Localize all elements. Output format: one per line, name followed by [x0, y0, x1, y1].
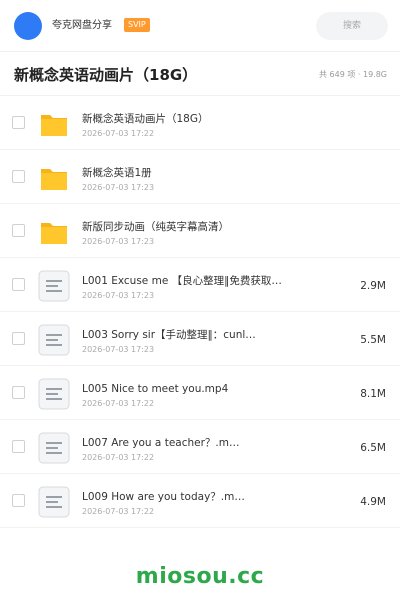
avatar[interactable] — [14, 12, 42, 40]
file-list: 新概念英语动画片（18G） 2026-07-03 17:22 新概念英语1册 2026… — [0, 96, 400, 528]
document-icon — [38, 378, 70, 410]
svip-badge: SVIP — [124, 18, 150, 32]
item-date: 2026-07-03 17:22 — [82, 399, 155, 408]
item-date: 2026-07-03 17:23 — [82, 345, 155, 354]
file-row[interactable]: L005 Nice to meet you.mp4 2026-07-03 17:2… — [0, 366, 400, 420]
item-size: 2.9M — [360, 280, 386, 292]
folder-icon — [38, 108, 70, 140]
select-checkbox[interactable] — [12, 116, 25, 129]
item-size: 5.5M — [360, 334, 386, 346]
folder-row[interactable]: 新概念英语1册 2026-07-03 17:23 — [0, 150, 400, 204]
document-icon — [38, 324, 70, 356]
document-icon — [38, 486, 70, 518]
folder-row[interactable]: 新概念英语动画片（18G） 2026-07-03 17:22 — [0, 96, 400, 150]
select-checkbox[interactable] — [12, 386, 25, 399]
folder-row[interactable]: 新版同步动画（纯英字幕高清） 2026-07-03 17:23 — [0, 204, 400, 258]
document-icon — [38, 432, 70, 464]
header: 夸克网盘分享 SVIP 搜索 — [0, 0, 400, 52]
select-checkbox[interactable] — [12, 440, 25, 453]
item-name: 新概念英语动画片（18G） — [82, 113, 209, 125]
file-row[interactable]: L007 Are you a teacher？.m… 2026-07-03 17:… — [0, 420, 400, 474]
item-date: 2026-07-03 17:22 — [82, 507, 155, 516]
item-size: 8.1M — [360, 388, 386, 400]
file-row[interactable]: L009 How are you today？.m… 2026-07-03 17:… — [0, 474, 400, 528]
item-name: L007 Are you a teacher？.m… — [82, 437, 240, 449]
title-row: 新概念英语动画片（18G） 共 649 项 · 19.8G — [0, 52, 400, 96]
username[interactable]: 夸克网盘分享 — [52, 19, 112, 33]
page-title: 新概念英语动画片（18G） — [14, 66, 198, 84]
file-row[interactable]: L003 Sorry sir【手动整理‖：cunl… 2026-07-03 17:… — [0, 312, 400, 366]
select-checkbox[interactable] — [12, 332, 25, 345]
item-name: 新版同步动画（纯英字幕高清） — [82, 221, 229, 233]
watermark: miosou.cc — [135, 564, 265, 589]
item-date: 2026-07-03 17:23 — [82, 237, 155, 246]
file-row[interactable]: L001 Excuse me 【良心整理‖免费获取… 2026-07-03 17:… — [0, 258, 400, 312]
folder-icon — [38, 216, 70, 248]
item-name: 新概念英语1册 — [82, 167, 152, 179]
folder-icon — [38, 162, 70, 194]
item-name: L003 Sorry sir【手动整理‖：cunl… — [82, 329, 256, 341]
item-name: L009 How are you today？.m… — [82, 491, 245, 503]
item-date: 2026-07-03 17:23 — [82, 183, 155, 192]
item-summary: 共 649 项 · 19.8G — [319, 70, 387, 79]
item-date: 2026-07-03 17:22 — [82, 129, 155, 138]
select-checkbox[interactable] — [12, 224, 25, 237]
select-checkbox[interactable] — [12, 170, 25, 183]
item-size: 6.5M — [360, 442, 386, 454]
select-checkbox[interactable] — [12, 278, 25, 291]
item-date: 2026-07-03 17:23 — [82, 291, 155, 300]
document-icon — [38, 270, 70, 302]
item-name: L005 Nice to meet you.mp4 — [82, 383, 229, 395]
search-input[interactable]: 搜索 — [316, 12, 388, 40]
item-date: 2026-07-03 17:22 — [82, 453, 155, 462]
item-size: 4.9M — [360, 496, 386, 508]
item-name: L001 Excuse me 【良心整理‖免费获取… — [82, 275, 282, 287]
select-checkbox[interactable] — [12, 494, 25, 507]
